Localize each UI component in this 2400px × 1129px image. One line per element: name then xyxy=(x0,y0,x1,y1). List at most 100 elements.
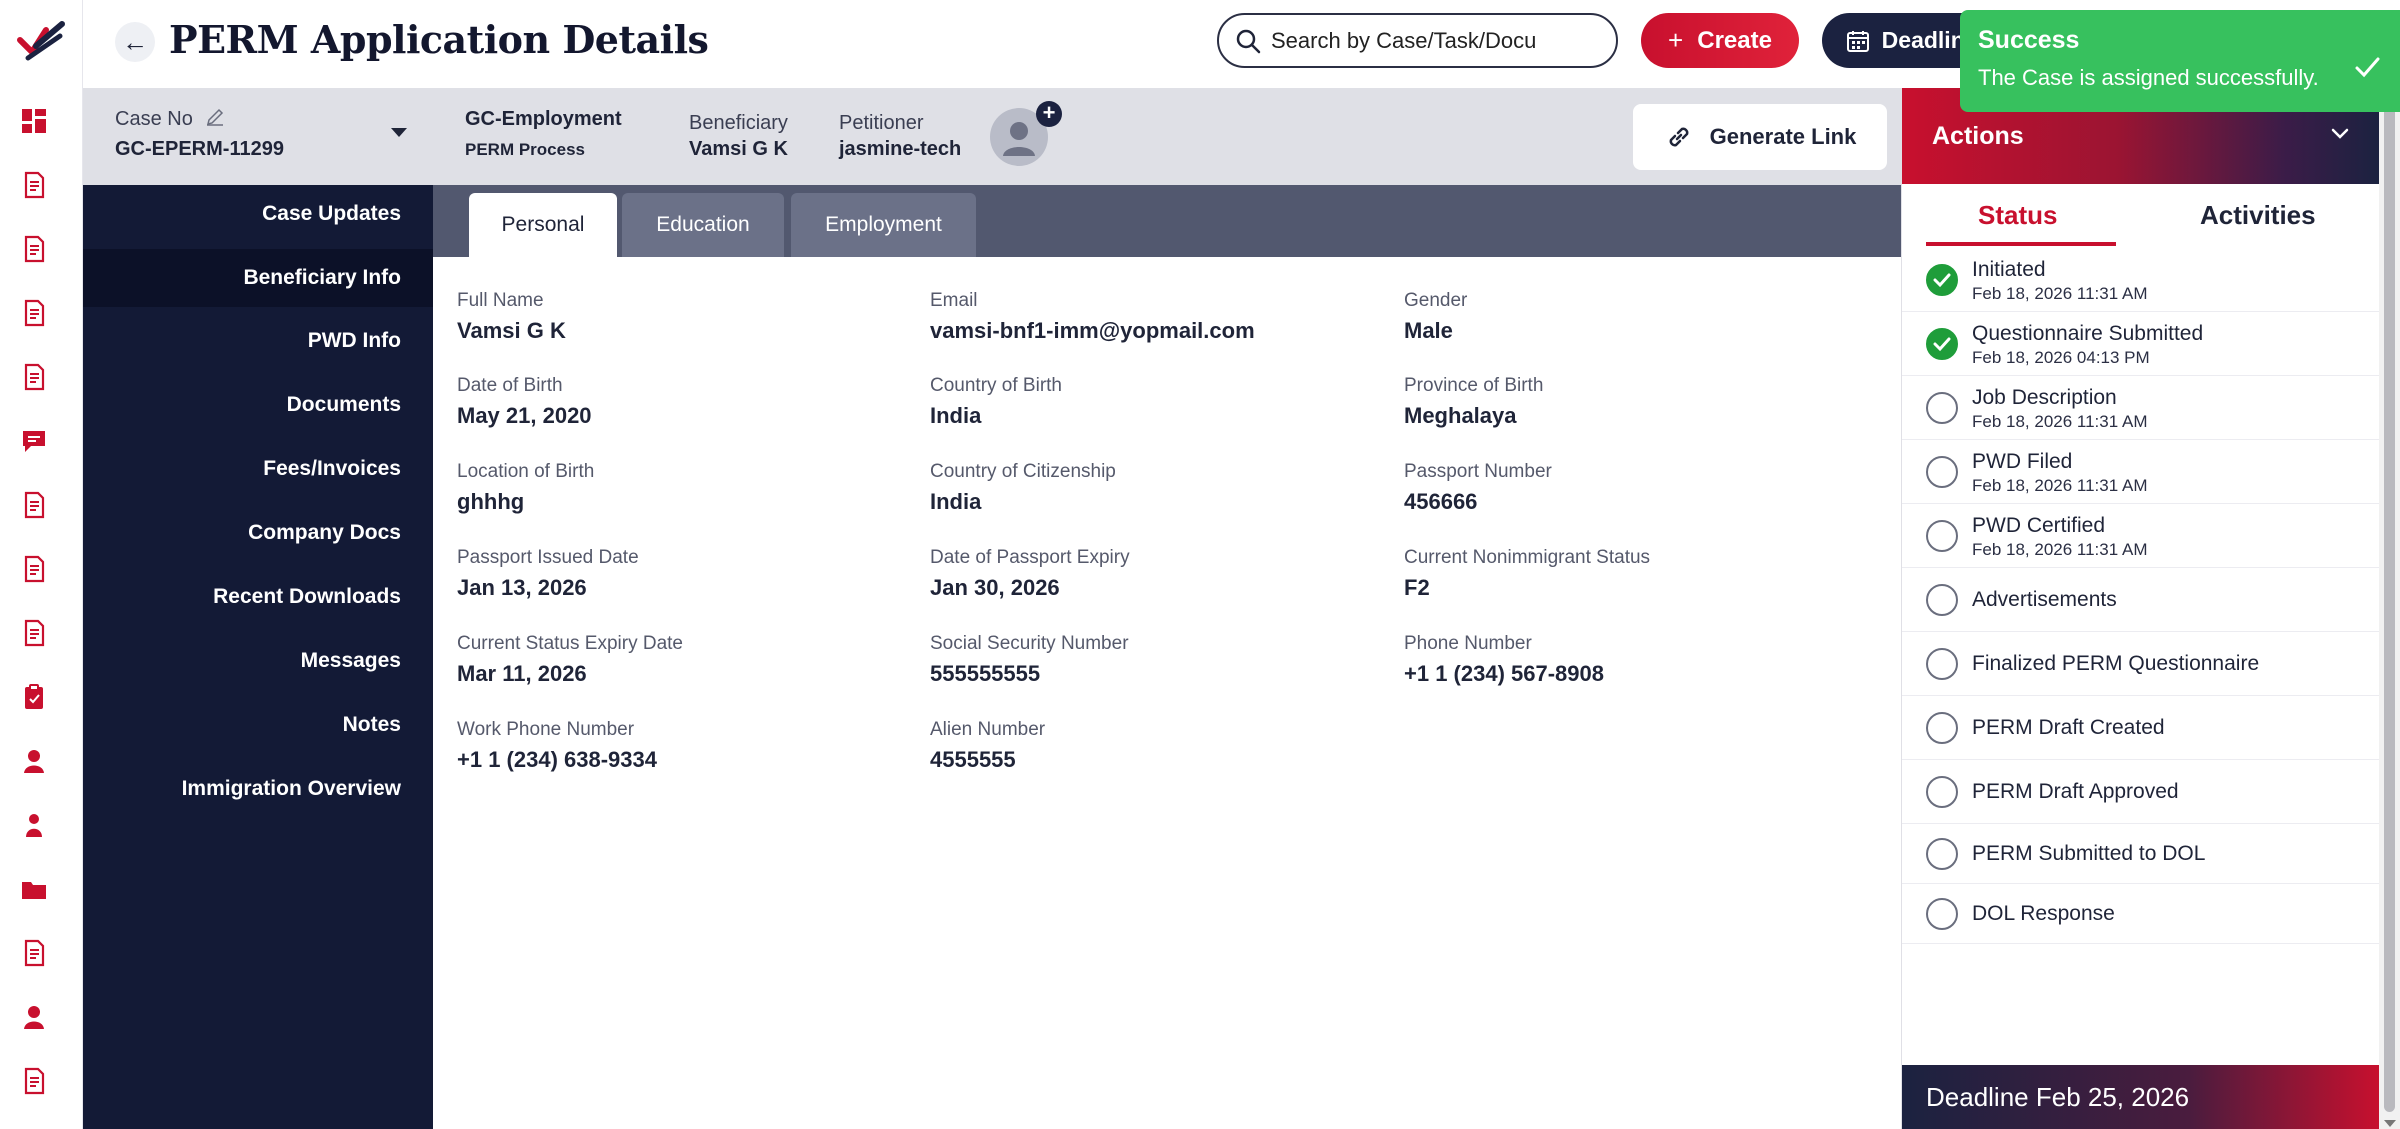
nav-recent-downloads[interactable]: Recent Downloads xyxy=(213,585,401,609)
field-phone-number: Phone Number +1 1 (234) 567-8908 xyxy=(1404,633,1604,687)
field-value: F2 xyxy=(1404,575,1430,600)
nav-notes[interactable]: Notes xyxy=(343,713,401,737)
nav-beneficiary-info[interactable]: Beneficiary Info xyxy=(83,249,433,307)
dashboard-icon-glyph xyxy=(22,109,46,133)
case-dropdown-chevron-icon[interactable] xyxy=(391,128,407,137)
tab-status[interactable]: Status xyxy=(1978,200,2057,231)
generate-link-button[interactable]: Generate Link xyxy=(1633,104,1887,170)
field-label: Work Phone Number xyxy=(457,719,635,740)
field-value: Male xyxy=(1404,318,1453,343)
toast-title: Success xyxy=(1978,26,2080,54)
pending-circle-icon xyxy=(1926,456,1958,488)
clipboard-icon[interactable] xyxy=(19,682,49,712)
status-name: PERM Draft Approved xyxy=(1972,780,2179,803)
building-settings-icon[interactable] xyxy=(19,618,49,648)
nav-company-docs[interactable]: Company Docs xyxy=(248,521,401,545)
dashboard-icon[interactable] xyxy=(19,106,49,136)
status-row: Initiated Feb 18, 2026 11:31 AM xyxy=(1902,248,2380,312)
status-row: Job Description Feb 18, 2026 11:31 AM xyxy=(1902,376,2380,440)
create-label: Create xyxy=(1697,26,1772,54)
personal-info-panel: Full Name Vamsi G K Email vamsi-bnf1-imm@y… xyxy=(433,257,1901,1129)
edit-document-icon[interactable] xyxy=(19,554,49,584)
create-button[interactable]: + Create xyxy=(1641,13,1799,68)
folder-icon-glyph xyxy=(22,882,46,899)
calendar-document-icon[interactable] xyxy=(19,298,49,328)
field-value: Vamsi G K xyxy=(457,318,566,343)
field-province-of-birth: Province of Birth Meghalaya xyxy=(1404,375,1543,429)
field-value: Mar 11, 2026 xyxy=(457,661,587,686)
actions-title: Actions xyxy=(1932,122,2024,150)
status-date: Feb 18, 2026 04:13 PM xyxy=(1972,348,2150,367)
add-assignee-icon[interactable]: + xyxy=(1036,101,1062,127)
field-label: Current Nonimmigrant Status xyxy=(1404,547,1651,568)
status-row: PWD Certified Feb 18, 2026 11:31 AM xyxy=(1902,504,2380,568)
status-row: PERM Draft Created xyxy=(1902,696,2380,760)
folder-icon[interactable] xyxy=(19,874,49,904)
status-name: Advertisements xyxy=(1972,588,2117,611)
search-box[interactable] xyxy=(1217,13,1618,68)
field-label: Full Name xyxy=(457,290,544,311)
search-input[interactable] xyxy=(1271,27,1601,54)
nav-fees-invoices[interactable]: Fees/Invoices xyxy=(263,457,401,481)
nav-case-updates[interactable]: Case Updates xyxy=(262,202,401,226)
support-agent-icon-glyph xyxy=(24,1006,44,1029)
status-row: PWD Filed Feb 18, 2026 11:31 AM xyxy=(1902,440,2380,504)
status-name: DOL Response xyxy=(1972,902,2115,925)
document-icon[interactable] xyxy=(19,170,49,200)
nav-immigration-overview[interactable]: Immigration Overview xyxy=(182,777,401,801)
status-row: Advertisements xyxy=(1902,568,2380,632)
tab-employment[interactable]: Employment xyxy=(791,193,976,257)
nav-messages[interactable]: Messages xyxy=(301,649,401,673)
field-label: Current Status Expiry Date xyxy=(457,633,683,654)
case-type: GC-Employment xyxy=(465,108,622,130)
chevron-down-icon[interactable] xyxy=(2330,126,2350,142)
chat-icon-glyph xyxy=(23,431,45,452)
status-name: Job Description xyxy=(1972,386,2117,409)
status-row: PERM Draft Approved xyxy=(1902,760,2380,824)
status-name: PWD Filed xyxy=(1972,450,2073,473)
search-icon xyxy=(1236,29,1261,53)
clipboard-icon-glyph xyxy=(25,684,43,709)
nav-pwd-info[interactable]: PWD Info xyxy=(308,329,401,353)
scrollbar[interactable] xyxy=(2379,88,2400,1129)
status-name: PERM Submitted to DOL xyxy=(1972,842,2206,865)
success-toast[interactable]: Success The Case is assigned successfull… xyxy=(1960,10,2400,112)
status-row: DOL Response xyxy=(1902,884,2380,944)
field-label: Social Security Number xyxy=(930,633,1129,654)
status-date: Feb 18, 2026 11:31 AM xyxy=(1972,284,2148,303)
case-info-bar: Case No GC-EPERM-11299 GC-Employment PER… xyxy=(83,88,1901,185)
check-icon[interactable] xyxy=(2352,52,2382,82)
completed-check-icon xyxy=(1926,264,1958,296)
pencil-icon[interactable] xyxy=(205,107,225,127)
ledger-icon[interactable] xyxy=(19,490,49,520)
tab-personal[interactable]: Personal xyxy=(469,193,617,257)
tab-education[interactable]: Education xyxy=(622,193,784,257)
notes-icon[interactable] xyxy=(19,938,49,968)
support-agent-icon[interactable] xyxy=(19,1002,49,1032)
nav-documents[interactable]: Documents xyxy=(287,393,401,417)
scrollbar-thumb[interactable] xyxy=(2384,102,2395,1112)
field-passport-expiry: Date of Passport Expiry Jan 30, 2026 xyxy=(930,547,1130,601)
tab-activities[interactable]: Activities xyxy=(2200,200,2316,231)
field-passport-number: Passport Number 456666 xyxy=(1404,461,1552,515)
status-name: Questionnaire Submitted xyxy=(1972,322,2204,345)
chat-icon[interactable] xyxy=(19,426,49,456)
receipt-icon[interactable] xyxy=(19,1066,49,1096)
document-settings-icon[interactable] xyxy=(19,362,49,392)
field-label: Date of Birth xyxy=(457,375,563,396)
back-arrow-icon[interactable]: ← xyxy=(115,22,155,62)
field-value: May 21, 2020 xyxy=(457,403,592,428)
users-icon[interactable] xyxy=(19,810,49,840)
status-row: Finalized PERM Questionnaire xyxy=(1902,632,2380,696)
scroll-down-arrow-icon[interactable] xyxy=(2384,1120,2396,1127)
document-check-icon[interactable] xyxy=(19,234,49,264)
field-work-phone-number: Work Phone Number +1 1 (234) 638-9334 xyxy=(457,719,657,773)
app-logo-icon[interactable] xyxy=(16,18,68,62)
pending-circle-icon xyxy=(1926,520,1958,552)
user-icon[interactable] xyxy=(19,746,49,776)
active-tab-indicator xyxy=(1926,242,2116,246)
case-number: GC-EPERM-11299 xyxy=(115,138,284,160)
status-name: PERM Draft Created xyxy=(1972,716,2165,739)
receipt-icon-glyph xyxy=(24,1067,45,1095)
completed-check-icon xyxy=(1926,328,1958,360)
